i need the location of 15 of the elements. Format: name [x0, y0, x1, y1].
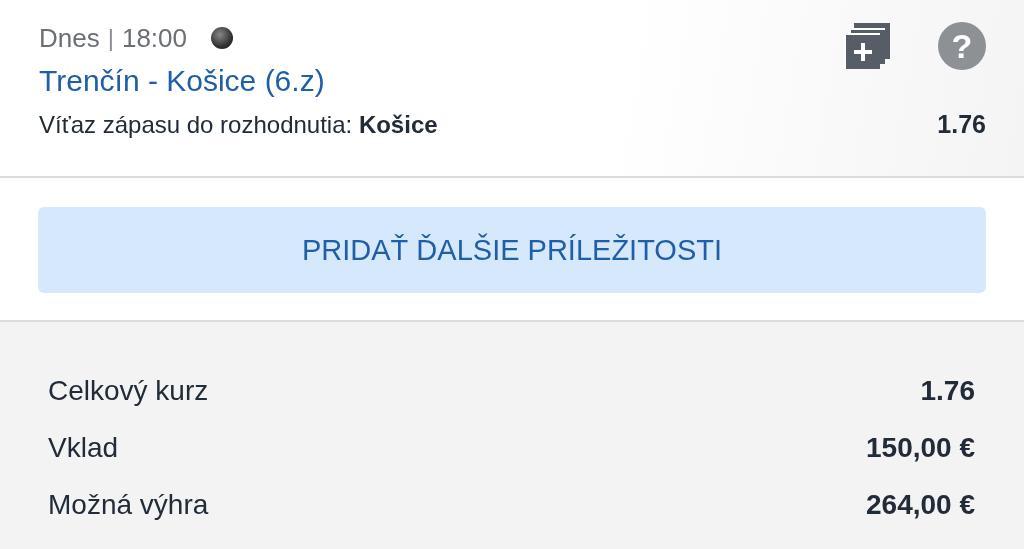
odds-value: 1.76 — [937, 110, 986, 139]
help-icon[interactable]: ? — [938, 22, 986, 70]
summary-label: Možná výhra — [48, 488, 209, 521]
puck-icon — [211, 27, 233, 49]
day-label: Dnes — [39, 22, 100, 54]
add-copy-icon[interactable] — [844, 23, 890, 69]
add-more-button[interactable]: PRIDAŤ ĎALŠIE PRÍLEŽITOSTI — [38, 207, 986, 293]
time-label: 18:00 — [121, 22, 187, 54]
market-selection: Víťaz zápasu do rozhodnutia: Košice — [39, 110, 438, 139]
summary-value: 264,00 € — [866, 488, 975, 521]
summary-label: Vklad — [48, 431, 119, 464]
separator: | — [107, 24, 114, 52]
summary-value: 150,00 € — [866, 431, 975, 464]
summary-label: Celkový kurz — [48, 374, 209, 407]
summary-value: 1.76 — [920, 374, 975, 407]
